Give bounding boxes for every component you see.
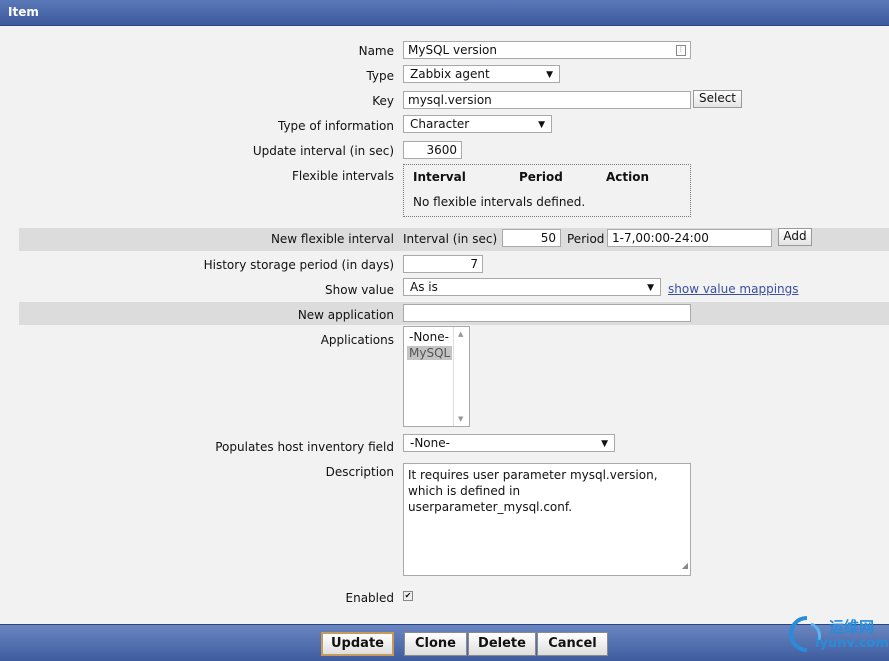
name-input[interactable]: MySQL version ⋮ (403, 41, 691, 59)
delete-button[interactable]: Delete (468, 632, 536, 656)
form-footer: Update Clone Delete Cancel (0, 624, 889, 661)
interval-column-header: Interval (413, 170, 466, 184)
application-option[interactable]: -None- (407, 330, 451, 344)
application-option[interactable]: MySQL (407, 346, 453, 360)
type-of-information-label: Type of information (277, 119, 394, 133)
description-line: which is defined in userparameter_mysql.… (408, 484, 573, 514)
dropdown-arrow-icon: ▼ (538, 120, 545, 130)
applications-label: Applications (320, 333, 394, 347)
description-textarea[interactable]: It requires user parameter mysql.version… (403, 463, 691, 576)
select-key-button[interactable]: Select (693, 90, 742, 108)
autofill-icon[interactable]: ⋮ (676, 45, 686, 56)
history-value: 7 (470, 257, 478, 271)
type-of-information-value: Character (410, 117, 470, 131)
new-application-input[interactable] (403, 304, 691, 322)
update-button[interactable]: Update (321, 632, 394, 656)
enabled-label: Enabled (345, 591, 395, 605)
new-application-label: New application (297, 308, 394, 322)
type-of-information-select[interactable]: Character ▼ (403, 115, 552, 133)
window-titlebar: Item (0, 0, 889, 26)
scroll-up-icon[interactable]: ▲ (458, 330, 463, 338)
show-value-label: Show value (325, 283, 394, 297)
no-flexible-intervals-text: No flexible intervals defined. (413, 195, 586, 209)
key-input[interactable]: mysql.version (403, 91, 691, 109)
period-column-header: Period (519, 170, 563, 184)
flexible-interval-value: 50 (540, 231, 556, 245)
inventory-field-value: -None- (410, 436, 450, 450)
history-label: History storage period (in days) (203, 258, 394, 272)
flexible-interval-input[interactable]: 50 (502, 229, 561, 247)
name-value: MySQL version (408, 43, 497, 57)
flexible-intervals-label: Flexible intervals (292, 169, 394, 183)
scroll-down-icon[interactable]: ▼ (458, 415, 463, 423)
dropdown-arrow-icon: ▼ (647, 283, 654, 293)
update-interval-input[interactable]: 3600 (403, 141, 462, 159)
add-flexible-interval-button[interactable]: Add (778, 228, 812, 246)
name-label: Name (358, 44, 394, 58)
show-value-value: As is (410, 280, 438, 294)
show-value-mappings-link[interactable]: show value mappings (668, 282, 799, 296)
new-flexible-interval-label: New flexible interval (270, 232, 394, 246)
type-select[interactable]: Zabbix agent ▼ (403, 65, 560, 83)
type-label: Type (366, 69, 394, 83)
description-label: Description (325, 465, 394, 479)
clone-button[interactable]: Clone (404, 632, 467, 656)
watermark-text-domain: iyunv.com (815, 636, 889, 651)
key-label: Key (372, 94, 394, 108)
inventory-field-select[interactable]: -None- ▼ (403, 434, 615, 452)
listbox-scrollbar[interactable]: ▲ ▼ (453, 327, 469, 426)
period-value: 1-7,00:00-24:00 (612, 231, 709, 245)
key-value: mysql.version (408, 93, 492, 107)
item-form: Name MySQL version ⋮ Type Zabbix agent ▼… (0, 26, 889, 624)
description-line: It requires user parameter mysql.version… (408, 468, 658, 482)
flexible-intervals-table: Interval Period Action No flexible inter… (403, 164, 691, 217)
applications-listbox[interactable]: -None- MySQL ▲ ▼ (403, 326, 470, 427)
enabled-checkbox[interactable]: ✔ (403, 591, 413, 601)
period-input[interactable]: 1-7,00:00-24:00 (607, 229, 772, 247)
watermark-logo: 运维网 iyunv.com (785, 612, 889, 656)
history-input[interactable]: 7 (403, 255, 483, 273)
show-value-select[interactable]: As is ▼ (403, 278, 661, 296)
dropdown-arrow-icon: ▼ (601, 439, 608, 449)
period-label: Period (567, 232, 605, 246)
update-interval-label: Update interval (in sec) (252, 144, 394, 158)
interval-sec-label: Interval (in sec) (403, 232, 498, 246)
inventory-field-label: Populates host inventory field (215, 440, 394, 454)
action-column-header: Action (606, 170, 650, 184)
resize-grip-icon[interactable]: ◢ (682, 558, 688, 574)
cancel-button[interactable]: Cancel (537, 632, 608, 656)
window-title: Item (8, 5, 39, 19)
watermark-text-cn: 运维网 (829, 618, 875, 636)
update-interval-value: 3600 (426, 143, 457, 157)
dropdown-arrow-icon: ▼ (546, 70, 553, 80)
checkmark-icon: ✔ (404, 591, 412, 600)
type-value: Zabbix agent (410, 67, 490, 81)
